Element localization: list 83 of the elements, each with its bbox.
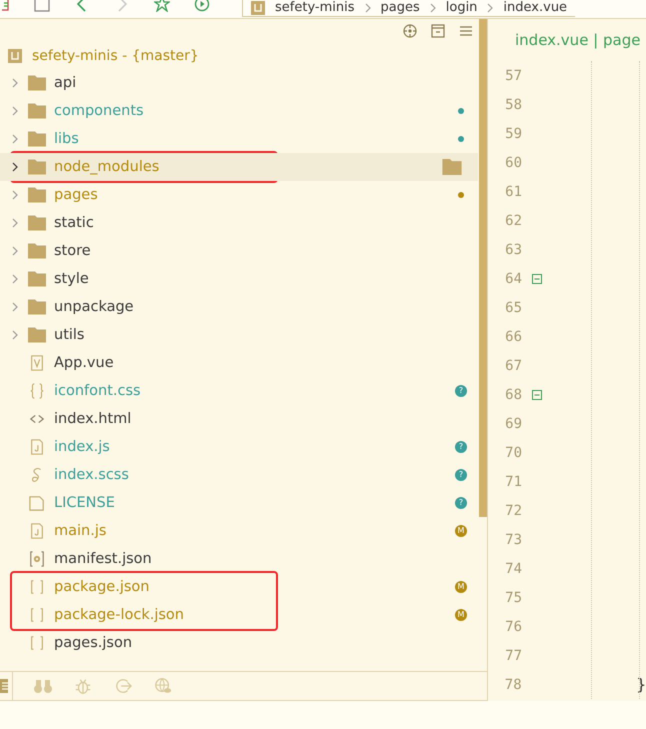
tree-item[interactable]: unpackage [0,293,478,321]
tree-item[interactable]: api [0,69,478,97]
folder-icon [28,131,46,147]
binoculars-icon[interactable] [33,677,53,695]
brackets-icon [28,579,46,595]
line-number: 68 [504,386,522,402]
folder-icon [28,327,46,343]
breadcrumb-item[interactable]: index.vue [503,0,568,16]
tree-item[interactable]: App.vue [0,349,478,377]
line-number: 73 [504,532,522,548]
tree-item[interactable]: index.html [0,405,478,433]
star-icon[interactable] [154,0,170,12]
breadcrumb-item[interactable]: sefety-minis [275,0,354,16]
tree-item[interactable]: style [0,265,478,293]
tree-item[interactable]: manifest.json [0,545,478,573]
line-number: 63 [504,242,522,258]
line-number: 77 [504,648,522,664]
breadcrumb-item[interactable]: pages [380,0,420,16]
collapse-icon[interactable] [431,24,445,38]
tree-item[interactable]: utils [0,321,478,349]
line-number: 75 [504,590,522,606]
menu-icon[interactable] [459,24,473,38]
chevron-right-icon[interactable] [11,162,19,172]
scrollbar[interactable] [479,19,487,517]
status-badge: ? [455,441,467,453]
folder-icon [28,215,46,231]
line-number: 78 [504,676,522,692]
fold-icon[interactable] [532,390,542,400]
chevron-icon [487,2,494,12]
tree-item[interactable]: store [0,237,478,265]
status-badge: ? [455,469,467,481]
file-icon [28,495,46,511]
status-badge: ? [455,497,467,509]
line-number: 57 [504,68,522,84]
line-number: 62 [504,212,522,228]
line-number: 66 [504,328,522,344]
status-badge: ? [455,385,467,397]
line-number: 64 [504,270,522,286]
folder-icon [28,299,46,315]
file-icon [28,439,46,455]
settings-file-icon [28,551,46,567]
chevron-icon [364,2,370,12]
project-icon [251,0,265,14]
line-number: 76 [504,618,522,634]
export-icon[interactable] [113,677,133,695]
folder-icon [28,75,46,91]
folder-icon [28,159,46,175]
tree-item[interactable]: static [0,209,478,237]
line-number: 71 [504,474,522,490]
braces-icon [28,383,46,399]
fold-icon[interactable] [532,274,542,284]
line-number: 58 [504,96,522,112]
file-icon [28,355,46,371]
line-number: 67 [504,358,522,374]
file-icon [28,523,46,539]
brackets-icon [28,607,46,623]
brackets-icon [28,635,46,651]
line-number: 60 [504,154,522,170]
tree-item[interactable]: pages.json [0,629,478,657]
file-icon[interactable] [2,0,10,12]
folder-icon [28,243,46,259]
folder-icon [28,271,46,287]
locate-icon[interactable] [403,24,417,38]
breadcrumb-item[interactable]: login [446,0,478,16]
globe-icon[interactable] [153,677,173,695]
project-icon [8,49,22,63]
status-badge: M [455,609,467,621]
bug-icon[interactable] [73,677,93,695]
line-number: 59 [504,126,522,142]
folder-icon [442,159,462,175]
line-number: 72 [504,502,522,518]
folder-icon [28,103,46,119]
status-badge: M [455,581,467,593]
line-number: 61 [504,184,522,200]
run-icon[interactable] [194,0,210,12]
tab[interactable] [0,672,13,700]
folder-icon [28,187,46,203]
chevron-icon [430,2,436,12]
line-number: 65 [504,300,522,316]
line-number: 74 [504,560,522,576]
status-badge: M [455,525,467,537]
line-number: 70 [504,444,522,460]
line-number: 69 [504,416,522,432]
